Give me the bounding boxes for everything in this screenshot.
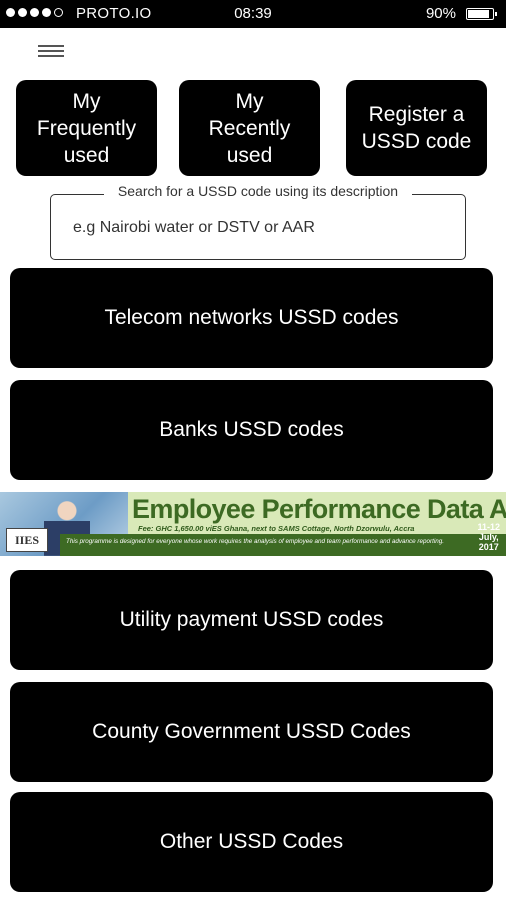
search-box: Search for a USSD code using its descrip… — [50, 183, 466, 260]
banner-fee: Fee: GHC 1,650.00 viES Ghana, next to SA… — [138, 524, 415, 533]
telecom-networks-button[interactable]: Telecom networks USSD codes — [10, 268, 493, 368]
utility-payment-label: Utility payment USSD codes — [119, 608, 384, 631]
status-bar: PROTO.IO 08:39 90% — [0, 0, 506, 28]
telecom-networks-label: Telecom networks USSD codes — [104, 306, 399, 329]
county-government-label: County Government USSD Codes — [92, 720, 411, 743]
search-legend: Search for a USSD code using its descrip… — [103, 183, 413, 199]
my-frequently-used-label: My Frequently used — [36, 89, 137, 167]
county-government-button[interactable]: County Government USSD Codes — [10, 682, 493, 782]
banner-description: This programme is designed for everyone … — [66, 538, 445, 545]
other-ussd-codes-button[interactable]: Other USSD Codes — [10, 792, 493, 892]
register-ussd-code-label: Register a USSD code — [361, 103, 472, 153]
banner-title: Employee Performance Data Analyst — [132, 494, 506, 524]
search-input[interactable] — [73, 215, 443, 241]
advertisement-banner[interactable]: IIES Employee Performance Data Analyst F… — [0, 492, 506, 556]
iies-logo: IIES — [6, 528, 48, 552]
other-ussd-codes-label: Other USSD Codes — [159, 830, 344, 853]
banner-date: 11-12 July, 2017 — [477, 522, 500, 552]
banks-button[interactable]: Banks USSD codes — [10, 380, 493, 480]
utility-payment-button[interactable]: Utility payment USSD codes — [10, 570, 493, 670]
my-frequently-used-button[interactable]: My Frequently used — [16, 80, 157, 176]
banks-label: Banks USSD codes — [159, 418, 344, 441]
my-recently-used-label: My Recently used — [208, 89, 291, 167]
battery-percentage: 90% — [425, 5, 456, 22]
hamburger-menu-icon[interactable] — [38, 42, 64, 60]
register-ussd-code-button[interactable]: Register a USSD code — [346, 80, 487, 176]
battery-icon — [466, 8, 497, 20]
my-recently-used-button[interactable]: My Recently used — [179, 80, 320, 176]
